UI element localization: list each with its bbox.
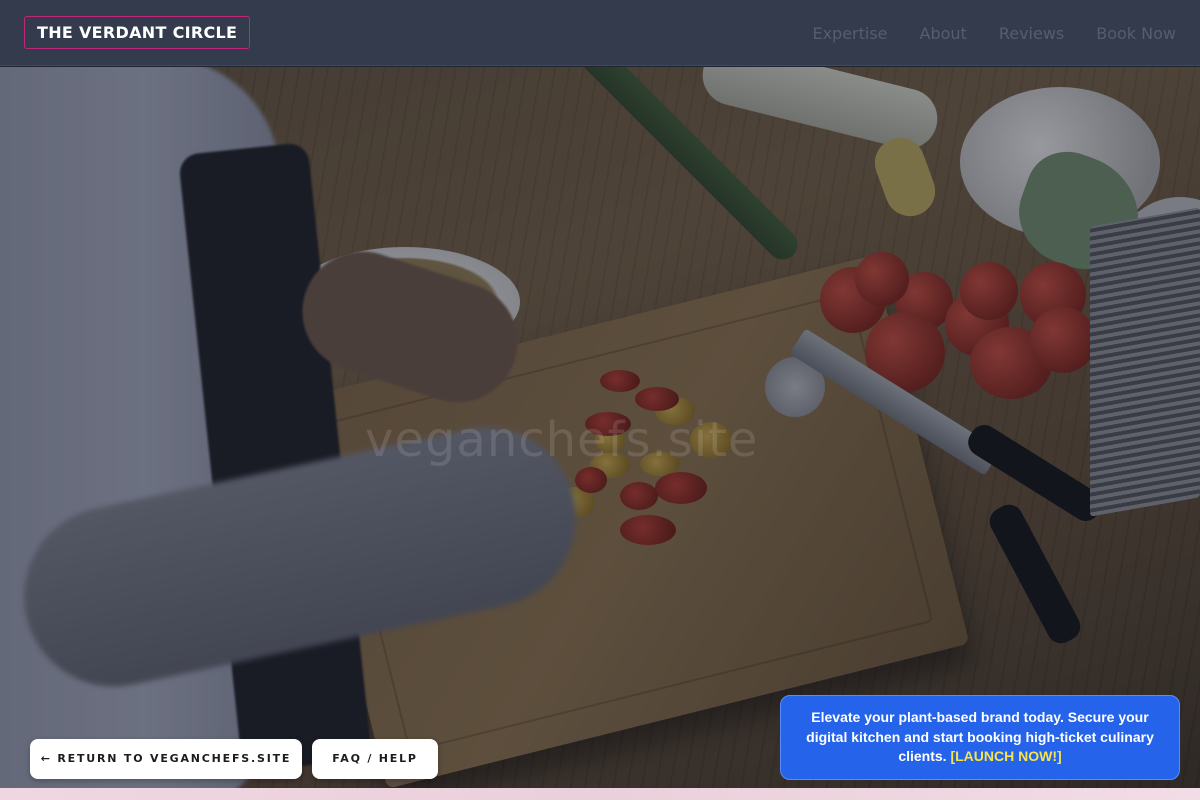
promo-banner[interactable]: Elevate your plant-based brand today. Se… [780, 695, 1180, 780]
footer-strip [0, 788, 1200, 800]
nav-link-expertise[interactable]: Expertise [812, 24, 887, 43]
top-navigation-bar: THE VERDANT CIRCLE Expertise About Revie… [0, 0, 1200, 66]
faq-help-button[interactable]: FAQ / HELP [312, 739, 438, 779]
main-nav: Expertise About Reviews Book Now [812, 0, 1176, 66]
nav-link-book-now[interactable]: Book Now [1096, 24, 1176, 43]
watermark-text: veganchefs.site [365, 412, 759, 468]
launch-now-link[interactable]: [LAUNCH NOW!] [950, 748, 1061, 764]
nav-link-about[interactable]: About [920, 24, 967, 43]
brand-logo-link[interactable]: THE VERDANT CIRCLE [24, 16, 251, 49]
return-to-site-button[interactable]: ← RETURN TO VEGANCHEFS.SITE [30, 739, 302, 779]
hero-background-image: veganchefs.site [0, 67, 1200, 788]
nav-link-reviews[interactable]: Reviews [999, 24, 1064, 43]
